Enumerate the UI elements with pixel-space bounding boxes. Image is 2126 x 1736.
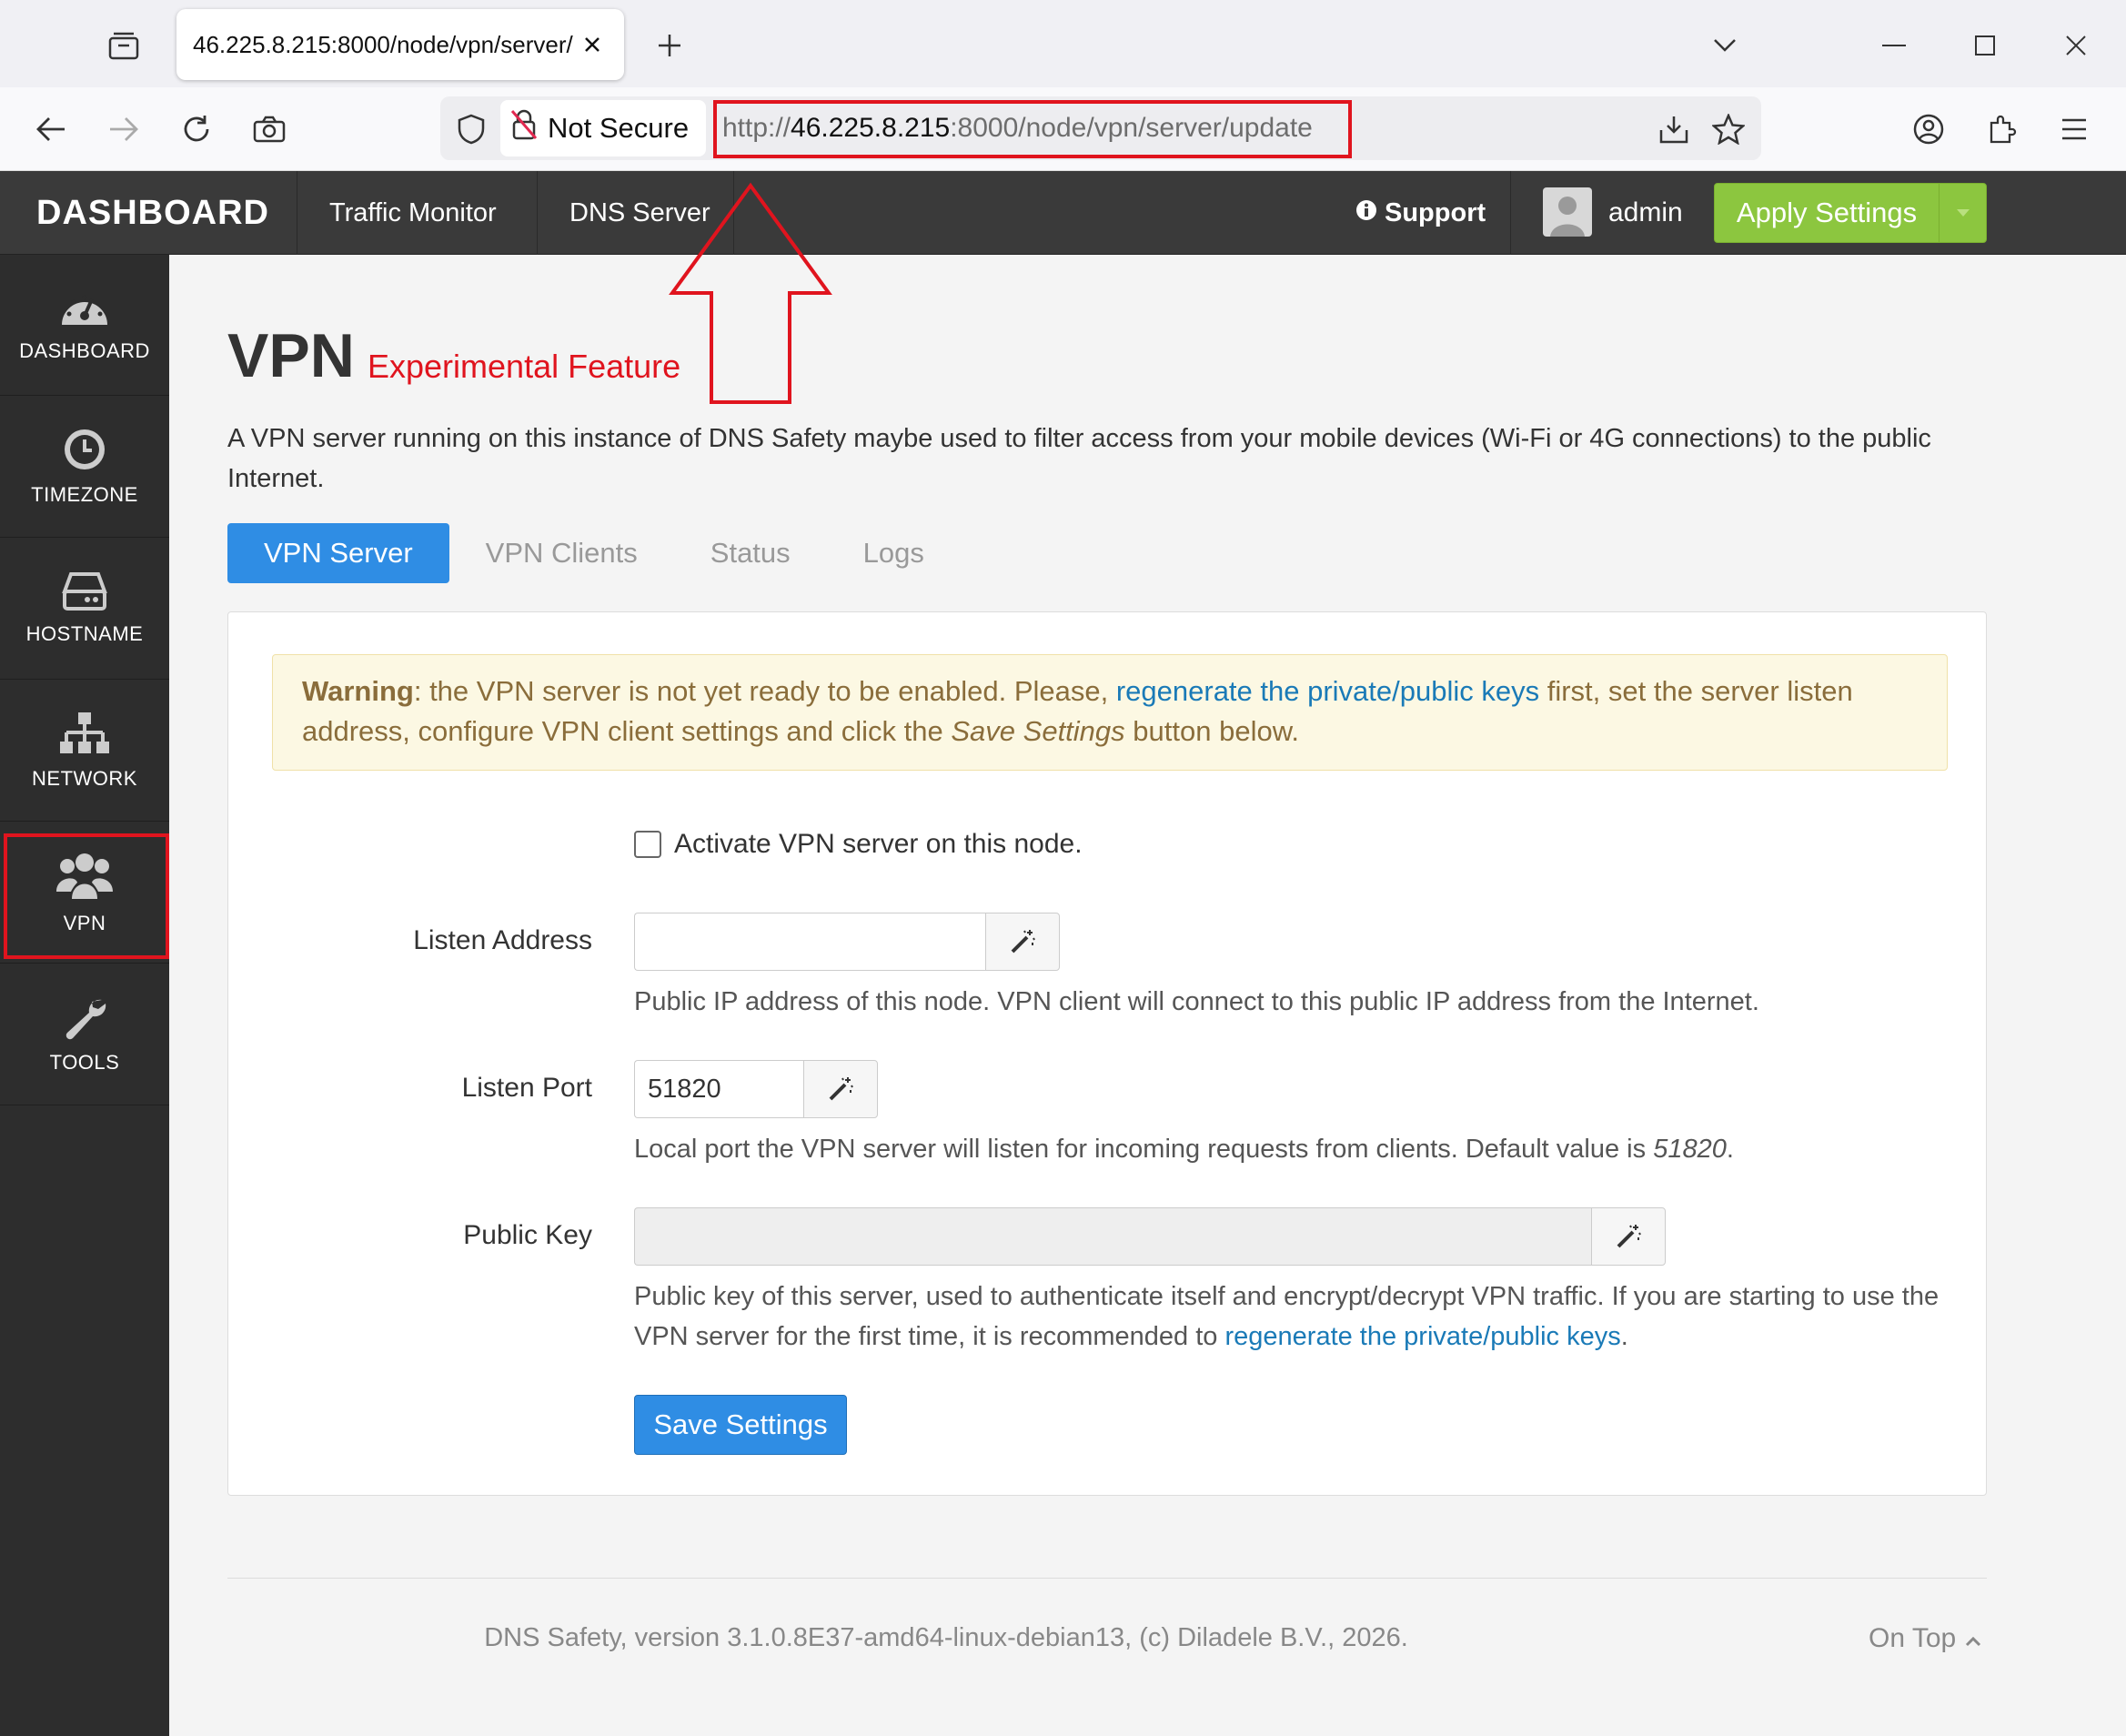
reload-icon[interactable]: [175, 107, 218, 151]
save-settings-button[interactable]: Save Settings: [634, 1395, 847, 1455]
sidebar-item-label: NETWORK: [32, 767, 137, 790]
tracking-shield-icon[interactable]: [449, 107, 493, 151]
tab-status[interactable]: Status: [674, 523, 827, 583]
listen-port-default: 51820: [1653, 1135, 1727, 1164]
sidebar-item-hostname[interactable]: HOSTNAME: [0, 539, 169, 680]
sidebar: DASHBOARD TIMEZONE HOSTNAME NETWORK VPN …: [0, 255, 169, 1736]
activate-vpn-row[interactable]: Activate VPN server on this node.: [634, 829, 1083, 860]
caret-down-icon[interactable]: [1939, 184, 1986, 242]
listen-address-input[interactable]: [634, 913, 985, 971]
page-intro: A VPN server running on this instance of…: [227, 424, 1931, 493]
listen-address-label: Listen Address: [413, 925, 592, 955]
sidebar-item-label: TOOLS: [49, 1051, 120, 1074]
sidebar-item-label: HOSTNAME: [25, 622, 144, 645]
browser-tab[interactable]: 46.225.8.215:8000/node/vpn/server/: [176, 9, 624, 80]
close-window-icon[interactable]: [2056, 25, 2096, 66]
sidebar-item-network[interactable]: NETWORK: [0, 681, 169, 822]
listen-port-label: Listen Port: [461, 1073, 592, 1103]
regenerate-keys-link[interactable]: regenerate the private/public keys: [1116, 675, 1539, 707]
sidebar-item-label: DASHBOARD: [19, 339, 150, 362]
magic-wand-icon[interactable]: [1591, 1207, 1666, 1266]
warning-emphasis: Save Settings: [951, 715, 1125, 747]
close-tab-icon[interactable]: [577, 29, 608, 60]
listen-port-help-text: Local port the VPN server will listen fo…: [634, 1135, 1654, 1164]
maximize-icon[interactable]: [1965, 25, 2005, 66]
support-label: Support: [1385, 197, 1486, 227]
apply-settings-button[interactable]: Apply Settings: [1714, 183, 1987, 243]
on-top-label: On Top: [1869, 1623, 1957, 1653]
tab-vpn-server[interactable]: VPN Server: [227, 523, 449, 583]
sidebar-item-timezone[interactable]: TIMEZONE: [0, 397, 169, 538]
listen-address-help: Public IP address of this node. VPN clie…: [634, 987, 1759, 1016]
sidebar-item-dashboard[interactable]: DASHBOARD: [0, 255, 169, 396]
apply-settings-label[interactable]: Apply Settings: [1715, 184, 1939, 242]
account-icon[interactable]: [1907, 107, 1950, 151]
network-sitemap-icon: [59, 711, 110, 756]
brand-logo[interactable]: DASHBOARD: [36, 171, 269, 255]
warning-alert: Warning: the VPN server is not yet ready…: [272, 654, 1948, 771]
wrench-icon: [62, 994, 107, 1040]
footer-version: DNS Safety, version 3.1.0.8E37-amd64-lin…: [484, 1623, 1408, 1652]
sidebar-item-label: TIMEZONE: [31, 483, 138, 506]
public-key-help: Public key of this server, used to authe…: [634, 1277, 1944, 1357]
not-secure-badge[interactable]: Not Secure: [500, 100, 706, 156]
vpn-annotation-box: [4, 833, 169, 959]
footer-divider: [227, 1578, 1987, 1579]
chevron-up-icon: [1965, 1623, 1981, 1654]
hard-drive-icon: [62, 571, 107, 611]
listen-port-input[interactable]: [634, 1060, 803, 1118]
warning-strong: Warning: [302, 675, 414, 707]
activate-vpn-checkbox[interactable]: [634, 831, 661, 858]
listen-port-help-end: .: [1726, 1135, 1734, 1164]
avatar[interactable]: [1543, 187, 1592, 237]
public-key-input: [634, 1207, 1591, 1266]
settings-panel: Warning: the VPN server is not yet ready…: [227, 611, 1987, 1496]
minimize-icon[interactable]: [1874, 25, 1914, 66]
warning-text: : the VPN server is not yet ready to be …: [413, 675, 1116, 707]
warning-text: button below.: [1124, 715, 1299, 747]
dashboard-gauge-icon: [58, 287, 111, 328]
clock-icon: [62, 427, 107, 472]
url-annotation-box: [713, 100, 1352, 158]
public-key-label: Public Key: [463, 1220, 592, 1250]
annotation-arrow-icon: [669, 182, 832, 404]
sidebar-item-tools[interactable]: TOOLS: [0, 964, 169, 1105]
insecure-lock-icon: [509, 108, 539, 148]
activate-vpn-label: Activate VPN server on this node.: [674, 829, 1083, 859]
nav-divider: [1510, 171, 1511, 255]
nav-divider: [537, 171, 538, 255]
tab-overview-icon[interactable]: [102, 25, 146, 66]
on-top-link[interactable]: On Top: [1869, 1623, 1981, 1654]
forward-icon[interactable]: [102, 107, 146, 151]
screenshot-camera-icon[interactable]: [247, 107, 291, 151]
tab-logs[interactable]: Logs: [827, 523, 961, 583]
tab-title: 46.225.8.215:8000/node/vpn/server/: [193, 30, 573, 58]
nav-traffic-monitor[interactable]: Traffic Monitor: [329, 171, 497, 255]
support-link[interactable]: Support: [1355, 171, 1486, 255]
magic-wand-icon[interactable]: [985, 913, 1060, 971]
info-circle-icon: [1355, 198, 1377, 228]
listen-port-group: [634, 1060, 878, 1118]
back-icon[interactable]: [29, 107, 73, 151]
vpn-tabs: VPN Server VPN Clients Status Logs: [227, 523, 961, 583]
new-tab-icon[interactable]: [650, 25, 690, 66]
menu-hamburger-icon[interactable]: [2052, 107, 2096, 151]
tab-list-chevron-icon[interactable]: [1705, 25, 1745, 66]
username[interactable]: admin: [1608, 171, 1683, 255]
bookmark-star-icon[interactable]: [1707, 107, 1750, 151]
browser-tab-bar: 46.225.8.215:8000/node/vpn/server/: [0, 0, 2126, 87]
regenerate-keys-link[interactable]: regenerate the private/public keys: [1224, 1322, 1620, 1351]
public-key-group: [634, 1207, 1666, 1266]
page-title: VPN: [227, 321, 355, 390]
page-subtitle: Experimental Feature: [368, 348, 681, 385]
listen-port-help: Local port the VPN server will listen fo…: [634, 1129, 1734, 1169]
public-key-help-end: .: [1620, 1322, 1628, 1351]
app-top-nav: DASHBOARD Traffic Monitor DNS Server Sup…: [0, 171, 2126, 255]
magic-wand-icon[interactable]: [803, 1060, 878, 1118]
security-label: Not Secure: [548, 112, 690, 144]
extensions-puzzle-icon[interactable]: [1980, 107, 2023, 151]
listen-address-group: [634, 913, 1060, 971]
save-page-icon[interactable]: [1652, 107, 1696, 151]
tab-vpn-clients[interactable]: VPN Clients: [449, 523, 674, 583]
